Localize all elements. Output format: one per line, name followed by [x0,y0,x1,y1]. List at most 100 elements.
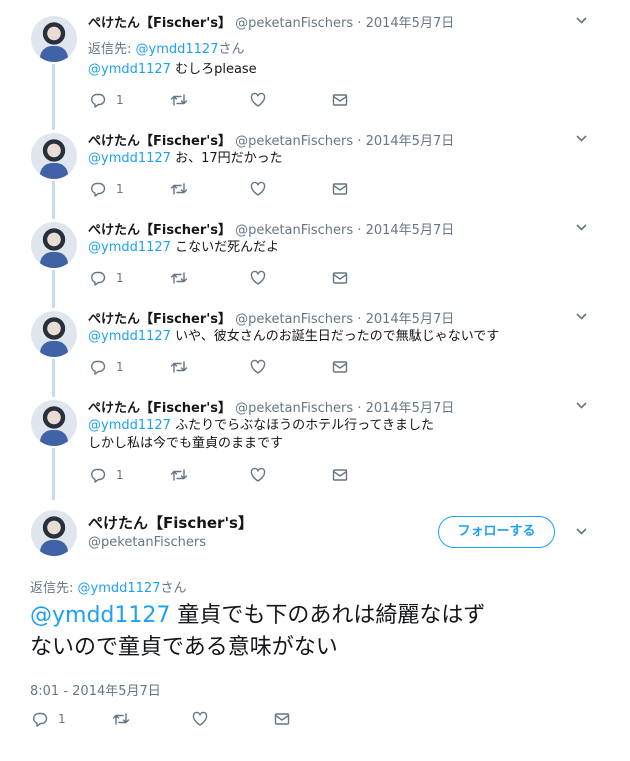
separator: · [357,223,362,238]
like-button[interactable] [250,467,266,483]
tweet-text: @ymdd1127 ふたりでらぶなほうのホテル行ってきました しかし私は今でも童… [88,417,434,453]
username[interactable]: @peketanFischers [235,134,353,149]
thread-connector [52,359,55,397]
reply-to-suffix: さん [218,42,245,57]
like-button[interactable] [250,270,266,286]
display-name[interactable]: ぺけたん【Fischer's】 [88,16,231,31]
direct-message-icon [332,359,348,375]
reply-icon [90,270,106,286]
chevron-down-icon[interactable] [576,224,587,234]
direct-message-button[interactable] [274,711,290,727]
avatar[interactable] [31,222,77,268]
reply-button[interactable]: 1 [90,181,124,197]
avatar[interactable] [31,16,77,62]
tweet-text: @ymdd1127 むしろplease [88,61,257,79]
tweet-date[interactable]: 2014年5月7日 [366,401,455,416]
reply-to-mention[interactable]: @ymdd1127 [136,42,219,57]
mention-link[interactable]: @ymdd1127 [88,151,171,166]
direct-message-button[interactable] [332,270,348,286]
tweet-actions: 1 [88,181,368,199]
retweet-icon [170,467,188,483]
reply-button[interactable]: 1 [32,711,66,727]
username[interactable]: @peketanFischers [235,312,353,327]
retweet-button[interactable] [112,711,130,727]
chevron-down-icon[interactable] [576,402,587,412]
mention-link[interactable]: @ymdd1127 [88,329,171,344]
direct-message-button[interactable] [332,467,348,483]
tweet-text-line: ないので童貞である意味がない [30,635,338,660]
reply-to-label: 返信先: [30,581,74,596]
direct-message-icon [332,181,348,197]
mention-link[interactable]: @ymdd1127 [88,418,171,433]
like-button[interactable] [192,711,208,727]
retweet-icon [170,270,188,286]
separator: · [357,312,362,327]
avatar[interactable] [31,133,77,179]
like-button[interactable] [250,92,266,108]
retweet-button[interactable] [170,92,188,108]
username[interactable]: @peketanFischers [235,223,353,238]
reply-count: 1 [58,712,66,726]
username[interactable]: @peketanFischers [88,535,206,550]
like-icon [250,270,266,286]
mention-link[interactable]: @ymdd1127 [88,240,171,255]
direct-message-icon [332,270,348,286]
retweet-button[interactable] [170,467,188,483]
avatar[interactable] [31,510,77,556]
mention-link[interactable]: @ymdd1127 [30,603,170,628]
reply-icon [90,92,106,108]
direct-message-button[interactable] [332,181,348,197]
reply-to-mention[interactable]: @ymdd1127 [78,581,161,596]
tweet-text-line: お、17円だかった [170,151,283,166]
display-name[interactable]: ぺけたん【Fischer's】 [88,223,231,238]
display-name[interactable]: ぺけたん【Fischer's】 [88,512,253,533]
avatar[interactable] [31,311,77,357]
chevron-down-icon[interactable] [576,313,587,323]
reply-button[interactable]: 1 [90,359,124,375]
direct-message-button[interactable] [332,359,348,375]
retweet-button[interactable] [170,359,188,375]
chevron-down-icon[interactable] [576,135,587,145]
like-icon [250,359,266,375]
retweet-button[interactable] [170,270,188,286]
tweet-timestamp[interactable]: 8:01 - 2014年5月7日 [30,680,161,699]
tweet-date[interactable]: 2014年5月7日 [366,223,455,238]
tweet-date[interactable]: 2014年5月7日 [366,312,455,327]
retweet-icon [170,181,188,197]
tweet-date[interactable]: 2014年5月7日 [366,16,455,31]
display-name[interactable]: ぺけたん【Fischer's】 [88,312,231,327]
mention-link[interactable]: @ymdd1127 [88,62,171,77]
reply-to-suffix: さん [160,581,187,596]
tweet-actions: 1 [88,359,368,377]
tweet-actions: 1 [88,270,368,288]
tweet-text-line: むしろplease [170,62,257,77]
tweet-header: ぺけたん【Fischer's】 @peketanFischers · 2014年… [88,308,454,327]
tweet-date[interactable]: 2014年5月7日 [366,134,455,149]
tweet-text-line: 童貞でも下のあれは綺麗なはず [170,603,486,628]
display-name[interactable]: ぺけたん【Fischer's】 [88,401,231,416]
direct-message-icon [274,711,290,727]
like-button[interactable] [250,181,266,197]
username[interactable]: @peketanFischers [235,401,353,416]
reply-icon [90,359,106,375]
chevron-down-icon[interactable] [576,17,587,27]
reply-button[interactable]: 1 [90,467,124,483]
thread-connector [52,448,55,500]
like-icon [250,92,266,108]
direct-message-button[interactable] [332,92,348,108]
reply-count: 1 [116,182,124,196]
reply-button[interactable]: 1 [90,92,124,108]
separator: · [357,16,362,31]
retweet-button[interactable] [170,181,188,197]
reply-to-line: 返信先: @ymdd1127さん [88,38,245,57]
avatar[interactable] [31,400,77,446]
chevron-down-icon[interactable] [576,528,587,538]
like-button[interactable] [250,359,266,375]
follow-button[interactable]: フォローする [438,516,555,548]
display-name[interactable]: ぺけたん【Fischer's】 [88,134,231,149]
tweet-actions: 1 [30,711,310,731]
like-icon [250,181,266,197]
reply-button[interactable]: 1 [90,270,124,286]
separator: · [357,401,362,416]
username[interactable]: @peketanFischers [235,16,353,31]
